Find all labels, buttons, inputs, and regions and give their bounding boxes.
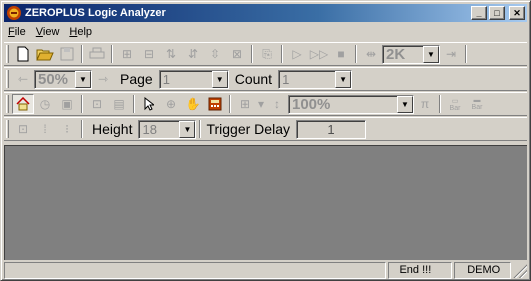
chevron-down-icon[interactable]: ▼ xyxy=(211,70,228,88)
status-message xyxy=(4,262,387,279)
chevron-down-icon[interactable]: ▼ xyxy=(75,70,91,88)
zoom-tool-icon[interactable]: ⊕ xyxy=(160,94,182,114)
app-window: ZEROPLUS Logic Analyzer _ □ ✕ File View … xyxy=(0,0,531,281)
percent-combo[interactable]: 100% ▼ xyxy=(288,94,414,114)
capture-icon[interactable]: ▣ xyxy=(56,94,78,114)
waveform-view-icon[interactable]: ⊡ xyxy=(86,94,108,114)
waveform-area[interactable] xyxy=(4,145,527,260)
channel-tool-4-icon[interactable]: ⇵ xyxy=(182,44,204,64)
chevron-down-icon[interactable]: ▼ xyxy=(179,120,196,138)
label-t-icon[interactable]: ⁞ xyxy=(34,119,56,139)
page-label: Page xyxy=(120,71,153,87)
minimize-button[interactable]: _ xyxy=(471,6,487,20)
list-view-icon[interactable]: ▤ xyxy=(108,94,130,114)
calculator-icon[interactable] xyxy=(204,94,226,114)
sample-range-end-icon[interactable]: ⇥ xyxy=(440,44,462,64)
hand-icon[interactable]: ✋ xyxy=(182,94,204,114)
app-logo-icon xyxy=(7,6,21,20)
height-combo[interactable]: 18 ▼ xyxy=(138,119,197,139)
close-button[interactable]: ✕ xyxy=(509,6,525,20)
new-file-icon[interactable] xyxy=(12,44,34,64)
open-folder-icon[interactable] xyxy=(34,44,56,64)
percent-value: 100% xyxy=(292,95,331,113)
height-value: 18 xyxy=(142,121,157,137)
menu-help[interactable]: Help xyxy=(65,26,98,38)
save-icon[interactable] xyxy=(56,44,78,64)
sample-depth-combo[interactable]: 2K ▼ xyxy=(382,44,440,64)
sample-depth-value: 2K xyxy=(386,45,406,63)
zoom-value: 50% xyxy=(38,70,69,88)
window-title: ZEROPLUS Logic Analyzer xyxy=(25,7,166,19)
height-label: Height xyxy=(92,121,133,137)
chevron-down-icon[interactable]: ▼ xyxy=(397,95,413,113)
channel-tool-5-icon[interactable]: ⇳ xyxy=(204,44,226,64)
menu-view[interactable]: View xyxy=(32,26,66,38)
run-repeat-icon[interactable]: ▷▷ xyxy=(308,44,330,64)
bar-button-1[interactable]: ▭ Bar xyxy=(444,94,466,114)
maximize-button[interactable]: □ xyxy=(489,6,505,20)
zoom-right-icon[interactable]: ⇾ xyxy=(92,69,114,89)
toolbar-view: ◷ ▣ ⊡ ▤ ⊕ ✋ ⊞ ▾ ↕ 100% ▼ π ▭ Bar ▬ Bar xyxy=(4,92,527,116)
pointer-icon[interactable] xyxy=(138,94,160,114)
toolbar-display: ⊡ ⁞ ⁝ Height 18 ▼ Trigger Delay 1 xyxy=(4,117,527,141)
clock-icon[interactable]: ◷ xyxy=(34,94,56,114)
chevron-down-icon[interactable]: ▾ xyxy=(256,94,266,114)
toolbar-grip[interactable] xyxy=(6,95,9,113)
zoom-left-icon[interactable]: ⇽ xyxy=(12,69,34,89)
display-mode-icon[interactable]: ⊡ xyxy=(12,119,34,139)
menu-bar: File View Help xyxy=(4,23,527,41)
toolbar-main: ⊞ ⊟ ⇅ ⇵ ⇳ ⊠ ⎘ ▷ ▷▷ ■ ⇹ 2K ▼ ⇥ xyxy=(4,42,527,66)
status-state: End !!! xyxy=(388,262,453,279)
bus-icon[interactable]: ⊞ xyxy=(234,94,256,114)
channel-tool-2-icon[interactable]: ⊟ xyxy=(138,44,160,64)
count-label: Count xyxy=(234,71,273,87)
export-icon[interactable]: ⎘ xyxy=(256,44,278,64)
channel-tool-1-icon[interactable]: ⊞ xyxy=(116,44,138,64)
count-value: 1 xyxy=(282,71,290,87)
channel-tool-6-icon[interactable]: ⊠ xyxy=(226,44,248,64)
page-combo[interactable]: 1 ▼ xyxy=(158,69,229,89)
zoom-combo[interactable]: 50% ▼ xyxy=(34,69,92,89)
sample-range-icon[interactable]: ⇹ xyxy=(360,44,382,64)
scale-icon[interactable]: ↕ xyxy=(266,94,288,114)
menu-file[interactable]: File xyxy=(4,26,32,38)
channel-tool-3-icon[interactable]: ⇅ xyxy=(160,44,182,64)
bar-label-1: Bar xyxy=(449,104,461,112)
count-combo[interactable]: 1 ▼ xyxy=(278,69,353,89)
toolbar-grip[interactable] xyxy=(6,45,9,63)
label-r-icon[interactable]: ⁝ xyxy=(56,119,78,139)
chevron-down-icon[interactable]: ▼ xyxy=(335,70,352,88)
title-bar[interactable]: ZEROPLUS Logic Analyzer _ □ ✕ xyxy=(4,4,527,22)
trigger-delay-field[interactable]: 1 xyxy=(295,119,366,139)
trigger-delay-label: Trigger Delay xyxy=(206,121,290,137)
toolbar-grip[interactable] xyxy=(6,120,9,138)
print-icon[interactable] xyxy=(86,44,108,64)
page-value: 1 xyxy=(162,71,170,87)
resize-grip-icon[interactable] xyxy=(513,264,527,278)
bar-button-2[interactable]: ▬ Bar xyxy=(466,94,488,114)
stop-icon[interactable]: ■ xyxy=(330,44,352,64)
status-mode: DEMO xyxy=(454,262,512,279)
status-bar: End !!! DEMO xyxy=(4,262,527,279)
toolbar-grip[interactable] xyxy=(6,70,9,88)
chevron-down-icon[interactable]: ▼ xyxy=(423,45,439,63)
bar-label-2: Bar xyxy=(471,104,483,111)
toolbar-page: ⇽ 50% ▼ ⇾ Page 1 ▼ Count 1 ▼ xyxy=(4,67,527,91)
run-icon[interactable]: ▷ xyxy=(286,44,308,64)
home-icon[interactable] xyxy=(12,94,34,114)
filter-icon[interactable]: π xyxy=(414,94,436,114)
